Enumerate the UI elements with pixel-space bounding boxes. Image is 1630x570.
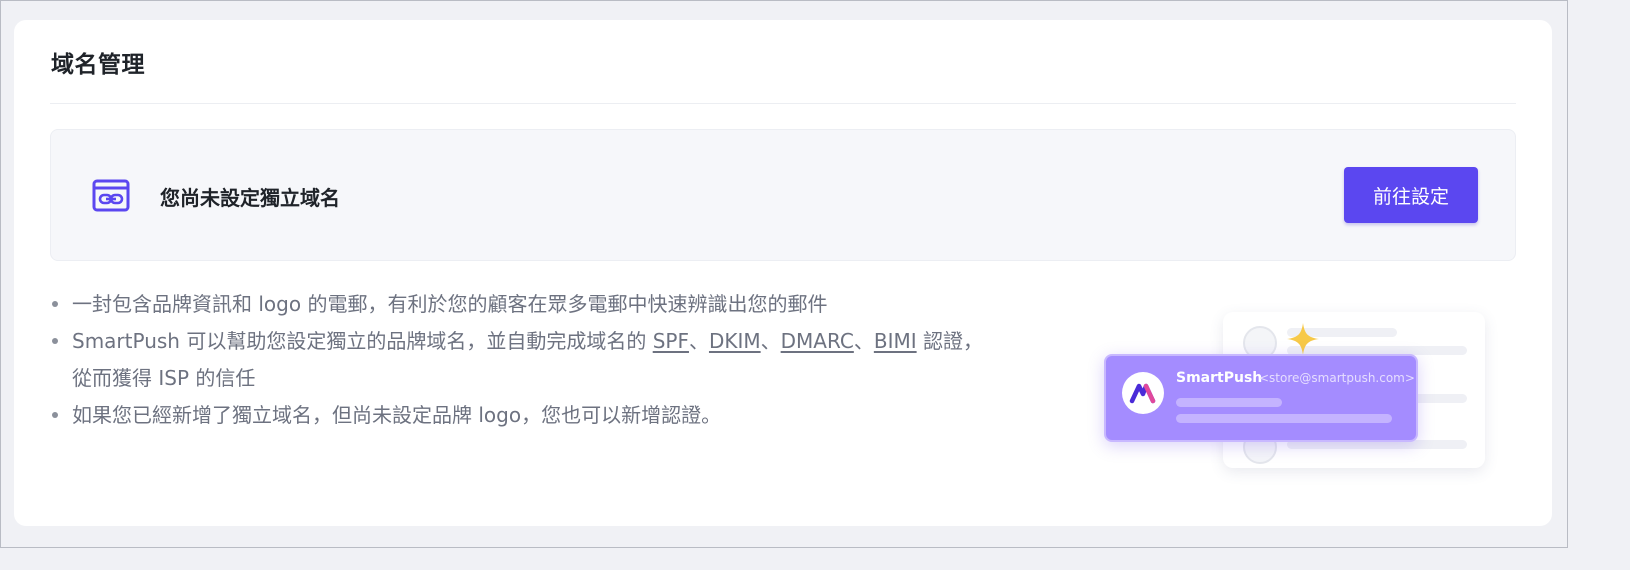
benefit-text-1: 一封包含品牌資訊和 logo 的電郵，有利於您的顧客在眾多電郵中快速辨識出您的郵…: [72, 292, 828, 316]
bullet-dot: [52, 301, 58, 307]
title-divider: [50, 103, 1516, 104]
domain-management-card: 域名管理 您尚未設定獨立域名 前往設定 一封包含品牌資訊和 logo 的電郵，有…: [14, 20, 1552, 526]
list-item: SmartPush 可以幫助您設定獨立的品牌域名，並自動完成域名的 SPF、DK…: [52, 323, 1062, 397]
separator: 、: [688, 329, 709, 353]
list-item: 一封包含品牌資訊和 logo 的電郵，有利於您的顧客在眾多電郵中快速辨識出您的郵…: [52, 286, 1062, 323]
go-to-settings-button[interactable]: 前往設定: [1344, 167, 1478, 223]
page-title: 域名管理: [51, 52, 145, 78]
dkim-link[interactable]: DKIM: [709, 329, 761, 353]
benefits-list: 一封包含品牌資訊和 logo 的電郵，有利於您的顧客在眾多電郵中快速辨識出您的郵…: [52, 286, 1062, 434]
bimi-link[interactable]: BIMI: [874, 329, 917, 353]
separator: 、: [853, 329, 874, 353]
email-preview-illustration: SmartPush <store@smartpush.com>: [1104, 310, 1504, 500]
spf-link[interactable]: SPF: [653, 329, 689, 353]
no-domain-message: 您尚未設定獨立域名: [160, 186, 340, 210]
placeholder-line: [1176, 414, 1392, 423]
dmarc-link[interactable]: DMARC: [781, 329, 854, 353]
placeholder-line: [1176, 398, 1282, 407]
sparkle-icon: [1287, 323, 1319, 355]
sender-email: <store@smartpush.com>: [1259, 371, 1415, 385]
benefit-text-2-suffix: 認證，: [916, 329, 983, 353]
benefit-text-2-line2: 從而獲得 ISP 的信任: [72, 366, 256, 390]
list-item: 如果您已經新增了獨立域名，但尚未設定品牌 logo，您也可以新增認證。: [52, 397, 1062, 434]
email-sender-card: SmartPush <store@smartpush.com>: [1104, 354, 1418, 442]
link-window-icon: [92, 179, 130, 212]
benefit-text-2-prefix: SmartPush 可以幫助您設定獨立的品牌域名，並自動完成域名的: [72, 329, 653, 353]
separator: 、: [760, 329, 781, 353]
bullet-dot: [52, 412, 58, 418]
domain-status-banner: 您尚未設定獨立域名 前往設定: [50, 129, 1516, 261]
smartpush-logo: [1122, 372, 1164, 414]
bullet-dot: [52, 338, 58, 344]
benefit-text-3: 如果您已經新增了獨立域名，但尚未設定品牌 logo，您也可以新增認證。: [72, 403, 722, 427]
sender-name: SmartPush: [1176, 370, 1263, 386]
